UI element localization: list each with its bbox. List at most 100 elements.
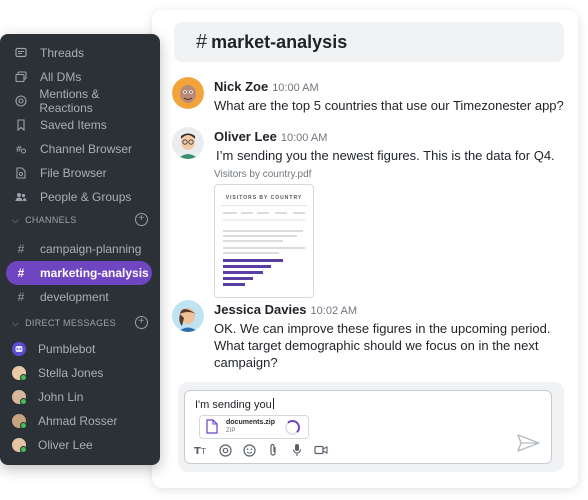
channel-title: market-analysis	[211, 31, 348, 52]
microphone-icon[interactable]	[289, 442, 305, 458]
online-status-icon	[20, 422, 27, 429]
chevron-down-icon: ⌵	[12, 214, 20, 225]
attached-file-chip[interactable]: documents.zip ZIP	[199, 415, 309, 439]
channels-section-label: CHANNELS	[25, 215, 77, 225]
sidebar-item-stella-jones[interactable]: Stella Jones	[6, 361, 152, 385]
message: Jessica Davies 10:02 AM OK. We can improv…	[172, 300, 568, 370]
file-browser-icon	[12, 167, 30, 179]
preview-text-line	[257, 212, 269, 214]
sidebar-item-label: Channel Browser	[40, 142, 133, 156]
sidebar-item-label: File Browser	[40, 166, 107, 180]
threads-icon	[12, 47, 30, 59]
emoji-icon[interactable]	[241, 442, 257, 458]
composer-text[interactable]: I'm sending you	[195, 398, 274, 411]
message-header: Jessica Davies 10:02 AM	[214, 302, 357, 317]
channel-hash: #	[196, 30, 208, 53]
sidebar-item-label: Threads	[40, 46, 85, 60]
svg-text:T: T	[200, 447, 206, 456]
mention-icon[interactable]	[217, 442, 233, 458]
message-text: OK. We can improve these figures in the …	[214, 321, 551, 370]
sidebar-item-saved[interactable]: Saved Items	[6, 113, 152, 137]
preview-text-line	[223, 230, 303, 232]
bookmark-icon	[12, 119, 30, 131]
dm-label: Oliver Lee	[38, 438, 93, 452]
preview-bar	[223, 265, 271, 268]
send-icon[interactable]	[517, 433, 541, 453]
channel-header: # market-analysis	[174, 22, 564, 62]
dm-section-header[interactable]: ⌵ DIRECT MESSAGES +	[12, 315, 152, 331]
message-text: What are the top 5 countries that use ou…	[214, 98, 564, 113]
preview-text-line	[223, 247, 305, 249]
text-caret	[272, 398, 274, 409]
preview-divider	[221, 205, 307, 206]
sidebar-item-marketing-analysis[interactable]: # marketing-analysis	[6, 261, 152, 285]
preview-text-line	[241, 212, 253, 214]
timestamp: 10:00 AM	[280, 132, 328, 144]
chevron-down-icon: ⌵	[12, 317, 20, 328]
avatar	[12, 390, 27, 405]
channel-browser-icon: #	[12, 143, 30, 155]
sidebar-item-mentions[interactable]: Mentions & Reactions	[6, 87, 152, 115]
preview-title: VISITORS BY COUNTRY	[225, 195, 303, 201]
preview-text-line	[293, 212, 305, 214]
composer-value: I'm sending you	[195, 399, 272, 411]
video-icon[interactable]	[313, 442, 329, 458]
sidebar-item-ahmad-rosser[interactable]: Ahmad Rosser	[6, 409, 152, 433]
hash-icon: #	[17, 266, 25, 280]
svg-text:T: T	[194, 446, 201, 456]
avatar	[12, 366, 27, 381]
sidebar-item-campaign-planning[interactable]: # campaign-planning	[6, 237, 152, 261]
avatar[interactable]	[172, 300, 204, 332]
online-status-icon	[20, 446, 27, 453]
message-composer: I'm sending you documents.zip ZIP TT	[178, 382, 564, 472]
avatar	[12, 414, 27, 429]
preview-bar	[223, 277, 253, 280]
attachment-preview[interactable]: VISITORS BY COUNTRY	[214, 184, 314, 298]
people-icon	[12, 191, 30, 203]
preview-text-line	[223, 212, 237, 214]
preview-bar	[223, 283, 245, 286]
preview-text-line	[223, 252, 279, 254]
sidebar-item-threads[interactable]: Threads	[6, 41, 152, 65]
author-name[interactable]: Oliver Lee	[214, 129, 277, 144]
chat-panel: # market-analysis Nick Zoe 10:00 AM What …	[152, 10, 578, 488]
sidebar-item-label: All DMs	[40, 70, 82, 84]
sidebar-item-development[interactable]: # development	[6, 285, 152, 309]
sidebar-item-john-lin[interactable]: John Lin	[6, 385, 152, 409]
online-status-icon	[20, 398, 27, 405]
add-channel-icon[interactable]: +	[135, 213, 148, 226]
paperclip-icon[interactable]	[265, 442, 281, 458]
sidebar-item-file-browser[interactable]: File Browser	[6, 161, 152, 185]
sidebar: Threads All DMs Mentions & Reactions Sav…	[0, 34, 160, 465]
channels-section-header[interactable]: ⌵ CHANNELS +	[12, 212, 152, 228]
sidebar-item-channel-browser[interactable]: # Channel Browser	[6, 137, 152, 161]
sidebar-item-people[interactable]: People & Groups	[6, 185, 152, 209]
sidebar-item-label: Mentions & Reactions	[39, 87, 100, 115]
at-icon	[12, 95, 29, 107]
preview-text-line	[223, 219, 305, 221]
channel-label: campaign-planning	[40, 242, 142, 256]
sidebar-item-all-dms[interactable]: All DMs	[6, 65, 152, 89]
sidebar-item-pumblebot[interactable]: Pumblebot	[6, 337, 152, 361]
message-input[interactable]: I'm sending you documents.zip ZIP TT	[184, 390, 552, 464]
author-name[interactable]: Jessica Davies	[214, 302, 307, 317]
avatar[interactable]	[172, 77, 204, 109]
avatar	[12, 342, 26, 356]
attachment-filename[interactable]: Visitors by country.pdf	[214, 169, 311, 180]
preview-text-line	[223, 235, 297, 237]
composer-toolbar: TT	[193, 442, 337, 458]
dm-label: Ahmad Rosser	[38, 414, 118, 428]
preview-bar	[223, 259, 283, 262]
online-status-icon	[20, 374, 27, 381]
upload-progress-icon	[285, 420, 300, 435]
avatar	[12, 438, 27, 453]
sidebar-item-label: People & Groups	[40, 190, 132, 204]
sidebar-item-oliver-lee[interactable]: Oliver Lee	[6, 433, 152, 457]
avatar[interactable]	[172, 127, 204, 159]
dm-label: Stella Jones	[38, 366, 104, 380]
author-name[interactable]: Nick Zoe	[214, 79, 268, 94]
add-dm-icon[interactable]: +	[135, 316, 148, 329]
message-text: I’m sending you the newest figures. This…	[216, 148, 555, 163]
text-format-icon[interactable]: TT	[193, 442, 209, 458]
channel-label: marketing-analysis	[40, 266, 149, 280]
